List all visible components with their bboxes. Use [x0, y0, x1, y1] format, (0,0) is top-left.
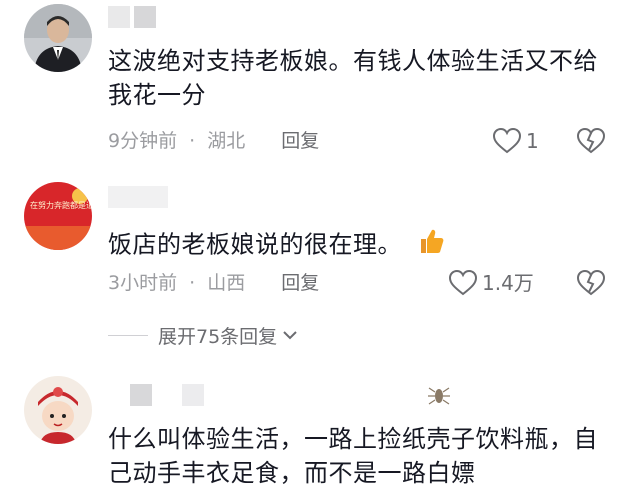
comment-text: 什么叫体验生活，一路上捡纸壳子饮料瓶，自己动手丰衣足食，而不是一路白嫖	[108, 425, 598, 487]
reply-button[interactable]: 回复	[281, 272, 319, 294]
comment-text: 这波绝对支持老板娘。有钱人体验生活又不给我花一分	[108, 47, 598, 109]
like-button[interactable]: 1.4万	[448, 268, 534, 298]
heart-outline-icon	[492, 127, 522, 154]
username-blurred[interactable]	[108, 186, 172, 208]
like-count: 1.4万	[482, 271, 534, 295]
comment-time: 3小时前	[108, 272, 178, 294]
avatar[interactable]: 在努力奔跑都是追梦人	[24, 182, 92, 250]
comment-location: 山西	[207, 272, 246, 294]
bug-doodle-icon	[426, 384, 452, 412]
broken-heart-icon	[576, 127, 606, 154]
like-count: 1	[526, 129, 539, 153]
expand-replies-button[interactable]: 展开75条回复	[108, 318, 299, 352]
comment-text: 饭店的老板娘说的很在理。	[108, 226, 608, 265]
username-blurred[interactable]	[108, 6, 160, 28]
chevron-down-icon	[283, 331, 297, 340]
comment-location: 湖北	[207, 130, 246, 152]
thumbs-up-emoji	[416, 226, 446, 265]
dislike-button[interactable]	[576, 269, 606, 299]
reply-button[interactable]: 回复	[281, 130, 319, 152]
avatar[interactable]	[24, 376, 92, 444]
avatar-portrait-icon	[24, 4, 92, 72]
comment-text-content: 饭店的老板娘说的很在理。	[108, 230, 402, 259]
comment-time: 9分钟前	[108, 130, 178, 152]
separator: ·	[189, 272, 196, 294]
like-button[interactable]: 1	[492, 126, 539, 156]
comment-meta: 3小时前 · 山西 回复	[108, 268, 319, 298]
avatar-caption: 在努力奔跑都是追梦人	[30, 200, 92, 210]
dislike-button[interactable]	[576, 127, 606, 157]
broken-heart-icon	[576, 269, 606, 296]
username-blurred[interactable]	[130, 384, 208, 406]
heart-outline-icon	[448, 269, 478, 296]
expand-replies-label: 展开75条回复	[158, 325, 278, 348]
avatar-cartoon-icon	[24, 376, 92, 444]
avatar-banner-icon: 在努力奔跑都是追梦人	[24, 182, 92, 250]
avatar[interactable]	[24, 4, 92, 72]
separator: ·	[189, 130, 196, 152]
comment-meta: 9分钟前 · 湖北 回复	[108, 126, 319, 156]
expand-divider	[108, 334, 148, 336]
